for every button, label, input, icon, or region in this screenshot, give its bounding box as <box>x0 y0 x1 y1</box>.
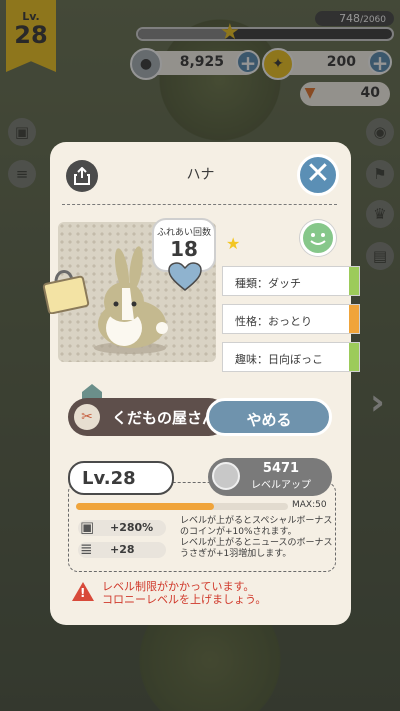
warning-line-1: レベル制限がかかっています。 <box>102 580 255 593</box>
close-button[interactable]: ✕ <box>297 154 339 196</box>
coin-icon <box>212 462 240 490</box>
workplace-label: くだもの屋さん <box>112 409 218 427</box>
level-progress-bar <box>76 503 288 510</box>
bonus-value: +280% <box>110 521 154 534</box>
rabbit-detail-dialog: ハナ ✕ ふれあい回数 18 ★ 種類：ダッチ 性格：おっとり 趣味：日向ぼっこ… <box>42 142 360 625</box>
bag-icon <box>42 270 90 314</box>
warning-message: レベル制限がかかっています。 コロニーレベルを上げましょう。 <box>102 580 266 606</box>
trait-hobby-text: 趣味：日向ぼっこ <box>235 353 323 366</box>
trait-personality-text: 性格：おっとり <box>235 315 312 328</box>
trait-breed: 種類：ダッチ <box>222 266 360 296</box>
bonus-description: レベルが上がるとニュースのボーナスうさぎが+1羽増加します。 <box>180 538 333 559</box>
affection-count: 18 <box>170 237 198 261</box>
rabbit-level: Lv.28 <box>68 461 174 495</box>
heart-icon <box>168 262 202 291</box>
trait-breed-tab <box>349 267 359 295</box>
quit-job-button[interactable]: やめる <box>206 398 332 436</box>
max-level-label: MAX:50 <box>292 500 327 510</box>
trait-personality: 性格：おっとり <box>222 304 360 334</box>
warning-icon: ! <box>72 582 94 601</box>
trait-personality-tab <box>349 305 359 333</box>
scissors-icon: ✂ <box>74 404 100 430</box>
star-icon: ★ <box>226 234 241 253</box>
bonus-row-news: ≣ +28 レベルが上がるとニュースのボーナスうさぎが+1羽増加します。 <box>76 538 333 560</box>
trait-hobby-tab <box>349 343 359 371</box>
close-icon: ✕ <box>305 156 331 191</box>
header-divider <box>62 204 337 205</box>
bonus-description: レベルが上がるとスペシャルボーナスのコインが+10%されます。 <box>180 516 333 537</box>
mood-smile-icon <box>300 220 336 256</box>
bonus-value: +28 <box>110 543 135 556</box>
bonus-row-special: ▣ +280% レベルが上がるとスペシャルボーナスのコインが+10%されます。 <box>76 516 332 538</box>
level-progress-fill <box>76 503 214 510</box>
newspaper-icon: ≣ <box>80 540 93 558</box>
smile-face <box>310 233 326 245</box>
trait-hobby: 趣味：日向ぼっこ <box>222 342 360 372</box>
box-icon: ▣ <box>80 518 95 536</box>
warning-line-2: コロニーレベルを上げましょう。 <box>102 593 267 606</box>
trait-breed-text: 種類：ダッチ <box>235 277 301 290</box>
